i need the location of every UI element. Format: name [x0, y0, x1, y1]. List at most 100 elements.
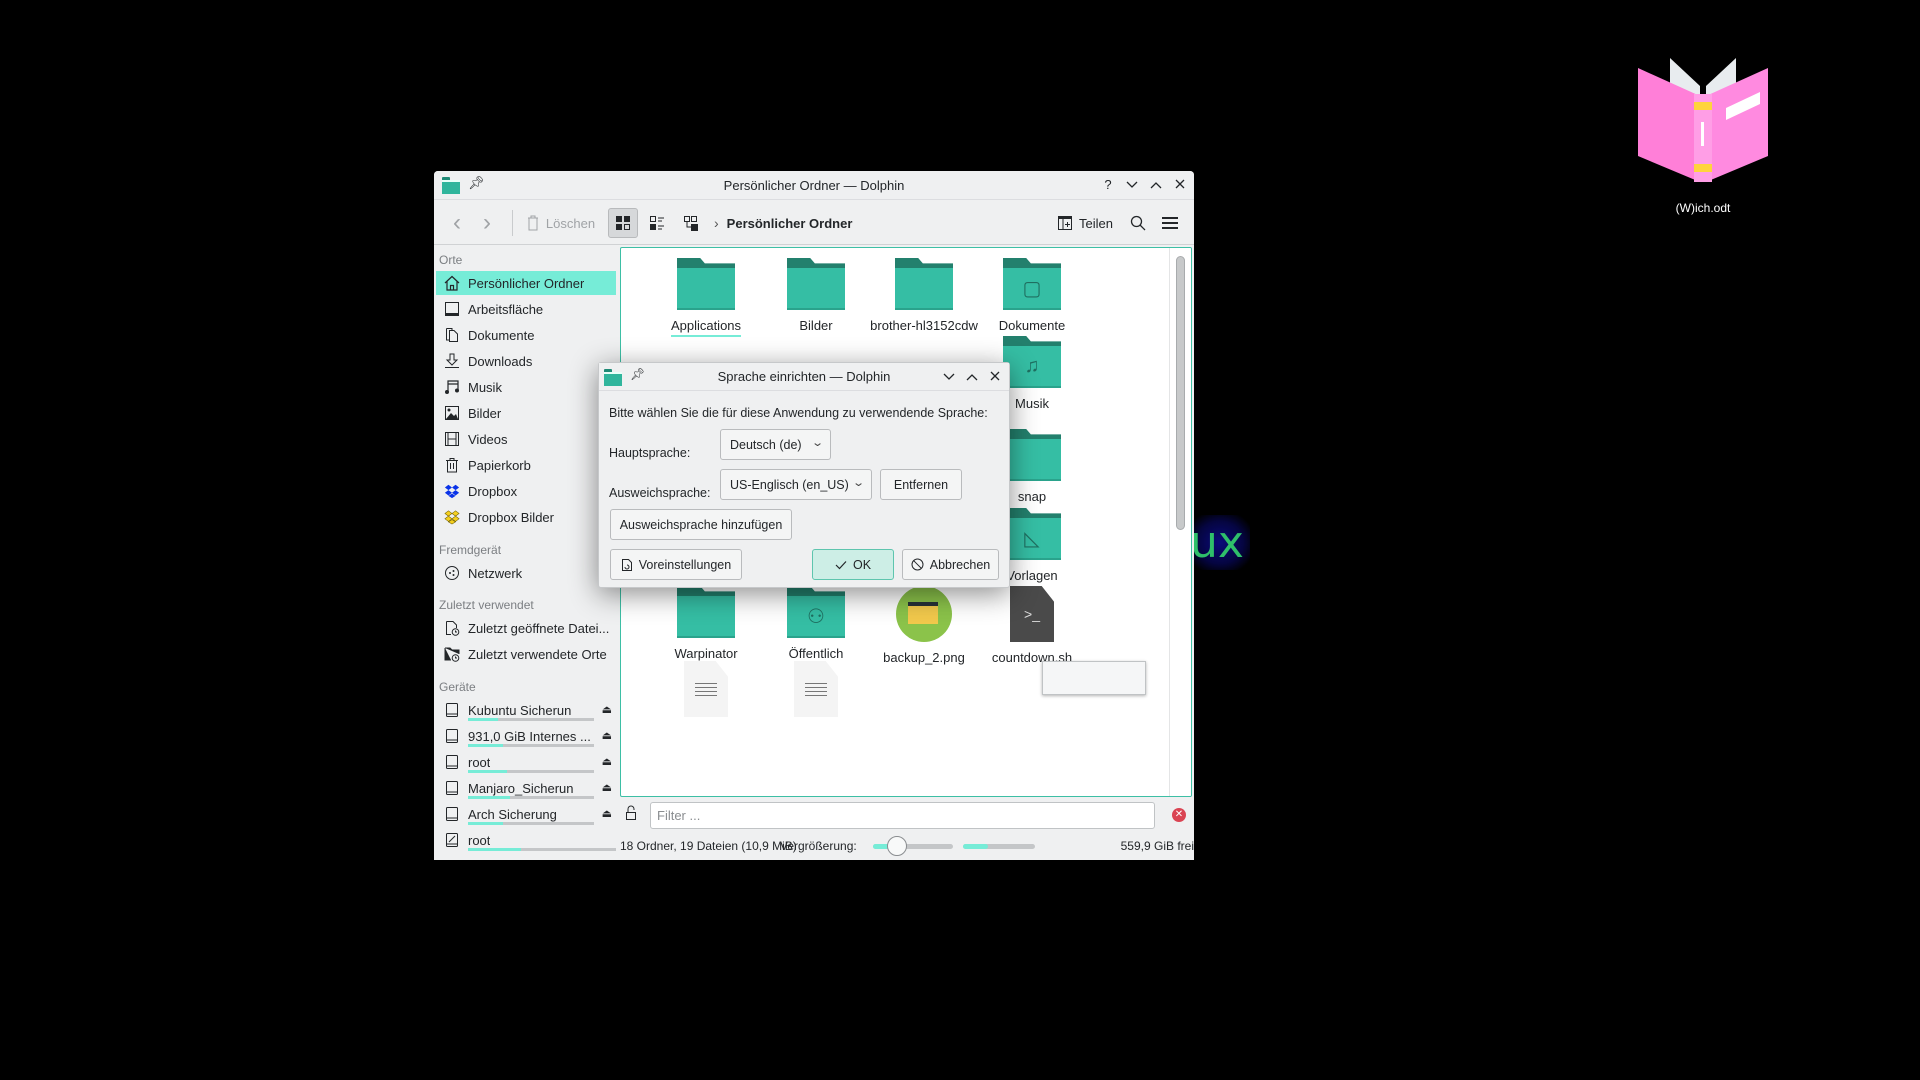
sidebar-item-trash[interactable]: Papierkorb: [436, 453, 616, 477]
breadcrumb-separator: ›: [714, 215, 719, 231]
device-usage-fill: [468, 822, 504, 825]
sidebar-item-device[interactable]: root: [436, 828, 616, 852]
file-item[interactable]: >_ countdown.sh: [967, 586, 1097, 665]
ok-button[interactable]: OK: [812, 549, 894, 580]
sidebar-item-music[interactable]: Musik: [436, 375, 616, 399]
maximize-button[interactable]: [1146, 175, 1166, 195]
sidebar-item-home[interactable]: Persönlicher Ordner: [436, 271, 616, 295]
sidebar-item-pictures[interactable]: Bilder: [436, 401, 616, 425]
sidebar-item-label: Arch Sicherung: [468, 806, 557, 822]
eject-icon[interactable]: ⏏: [602, 729, 612, 742]
sidebar-item-device[interactable]: root ⏏: [436, 750, 616, 774]
icons-view-icon: [616, 216, 630, 230]
sidebar-item-label: root: [468, 832, 491, 848]
sidebar-item-recent-files[interactable]: Zuletzt geöffnete Datei...: [436, 616, 616, 640]
icons-view-button[interactable]: [608, 208, 638, 238]
download-icon: [444, 353, 460, 369]
primary-language-select[interactable]: Deutsch (de) ⌄: [720, 429, 831, 460]
breadcrumb-current[interactable]: Persönlicher Ordner: [727, 216, 853, 231]
sidebar-item-dropbox-pictures[interactable]: Dropbox Bilder: [436, 505, 616, 529]
main-toolbar: ‹ › Löschen › Persönlicher Ordner Teilen: [434, 200, 1194, 245]
delete-button[interactable]: Löschen: [522, 208, 600, 238]
sidebar-item-documents[interactable]: Dokumente: [436, 323, 616, 347]
vertical-scrollbar[interactable]: [1169, 248, 1191, 796]
breadcrumb[interactable]: › Persönlicher Ordner: [714, 208, 852, 238]
sidebar-item-recent-places[interactable]: Zuletzt verwendete Orte: [436, 642, 616, 666]
drive-icon: [444, 780, 460, 796]
back-icon: ‹: [453, 209, 461, 236]
dialog-minimize-button[interactable]: [939, 367, 959, 387]
sidebar-item-network[interactable]: Netzwerk: [436, 561, 616, 585]
defaults-button[interactable]: Voreinstellungen: [610, 549, 742, 580]
sidebar-item-device[interactable]: Arch Sicherung ⏏: [436, 802, 616, 826]
language-dialog: 📌︎ Sprache einrichten — Dolphin Bitte wä…: [598, 362, 1010, 588]
drive-icon: [444, 832, 460, 848]
delete-label: Löschen: [545, 215, 596, 231]
status-bar: 18 Ordner, 19 Dateien (10,9 MiB) Vergröß…: [620, 832, 1194, 860]
dialog-titlebar[interactable]: 📌︎ Sprache einrichten — Dolphin: [599, 363, 1009, 391]
eject-icon[interactable]: ⏏: [602, 781, 612, 794]
add-fallback-button[interactable]: Ausweichsprache hinzufügen: [610, 509, 792, 540]
filter-bar: ✕: [620, 797, 1194, 832]
filter-input[interactable]: [650, 802, 1155, 829]
remove-fallback-button[interactable]: Entfernen: [880, 469, 962, 500]
sidebar-item-downloads[interactable]: Downloads: [436, 349, 616, 373]
desktop-file-wich-odt[interactable]: (W)ich.odt: [1628, 46, 1778, 215]
device-usage-fill: [468, 848, 522, 851]
sidebar-item-label: Videos: [468, 431, 508, 447]
image-file-icon: [896, 586, 952, 642]
sidebar-item-videos[interactable]: Videos: [436, 427, 616, 451]
back-button[interactable]: ‹: [444, 208, 470, 238]
scrollbar-thumb[interactable]: [1176, 256, 1185, 530]
sidebar-item-label: Downloads: [468, 353, 533, 369]
file-item[interactable]: ▢ Dokumente: [967, 258, 1097, 333]
search-icon: [1130, 215, 1146, 231]
sidebar-item-device[interactable]: 931,0 GiB Internes ... ⏏: [436, 724, 616, 748]
sidebar-item-label: Papierkorb: [468, 457, 531, 473]
fallback-language-select[interactable]: US-Englisch (en_US) ⌄: [720, 469, 872, 500]
folder-summary: 18 Ordner, 19 Dateien (10,9 MiB): [620, 839, 797, 853]
sidebar-item-label: Netzwerk: [468, 565, 523, 581]
eject-icon[interactable]: ⏏: [602, 703, 612, 716]
file-item-partial-text[interactable]: [751, 661, 881, 717]
split-button[interactable]: Teilen: [1052, 208, 1118, 238]
compact-view-icon: [650, 216, 664, 230]
menu-button[interactable]: [1156, 208, 1184, 238]
sidebar-item-device[interactable]: Kubuntu Sicherun ⏏: [436, 698, 616, 722]
eject-icon[interactable]: ⏏: [602, 807, 612, 820]
close-button[interactable]: [1170, 175, 1190, 195]
cancel-button[interactable]: Abbrechen: [902, 549, 999, 580]
search-button[interactable]: [1124, 208, 1152, 238]
folder-icon: ◺: [1003, 508, 1061, 560]
chevron-down-icon: ⌄: [851, 477, 865, 489]
desktop-file-label: (W)ich.odt: [1675, 201, 1731, 215]
section-places: Orte: [439, 253, 463, 267]
recent-files-icon: [444, 620, 460, 636]
sidebar-item-device[interactable]: Manjaro_Sicherun ⏏: [436, 776, 616, 800]
lock-icon[interactable]: [624, 805, 638, 826]
ok-label: OK: [852, 557, 872, 572]
drive-icon: [444, 754, 460, 770]
chevron-down-icon: [943, 373, 955, 380]
folder-icon: [677, 258, 735, 310]
help-button[interactable]: ?: [1098, 175, 1118, 195]
forward-button[interactable]: ›: [474, 208, 500, 238]
file-item-partial-screenshot[interactable]: [1029, 661, 1159, 695]
minimize-button[interactable]: [1122, 175, 1142, 195]
dropbox-icon: [444, 483, 460, 499]
sidebar-item-dropbox[interactable]: Dropbox: [436, 479, 616, 503]
folder-icon: ▢: [1003, 258, 1061, 310]
close-filter-icon[interactable]: ✕: [1172, 808, 1186, 822]
zoom-slider-handle[interactable]: [887, 836, 907, 856]
compact-view-button[interactable]: [642, 208, 672, 238]
sidebar-item-label: Dokumente: [468, 327, 535, 343]
sidebar-item-desktop[interactable]: Arbeitsfläche: [436, 297, 616, 321]
zoom-slider[interactable]: [873, 836, 953, 856]
eject-icon[interactable]: ⏏: [602, 755, 612, 768]
dialog-close-button[interactable]: [985, 367, 1005, 387]
drive-icon: [444, 728, 460, 744]
details-view-button[interactable]: [676, 208, 706, 238]
main-titlebar[interactable]: 📌︎ Persönlicher Ordner — Dolphin ?: [434, 171, 1194, 200]
folder-icon: [895, 258, 953, 310]
dialog-maximize-button[interactable]: [962, 367, 982, 387]
